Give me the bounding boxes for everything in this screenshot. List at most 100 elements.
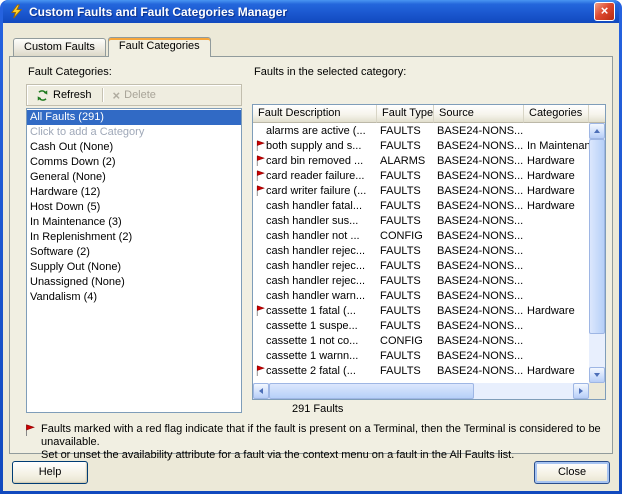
table-row[interactable]: cassette 1 suspe... FAULTS BASE24-NONS..… <box>253 318 589 333</box>
table-row[interactable]: alarms are active (... FAULTS BASE24-NON… <box>253 123 589 138</box>
categories-cell: Hardware <box>524 185 589 197</box>
table-row[interactable]: cash handler sus... FAULTS BASE24-NONS..… <box>253 213 589 228</box>
source-cell: BASE24-NONS... <box>434 125 524 137</box>
scroll-down-button[interactable] <box>589 367 605 383</box>
table-row[interactable]: card reader failure... FAULTS BASE24-NON… <box>253 168 589 183</box>
table-row[interactable]: cash handler not ... CONFIG BASE24-NONS.… <box>253 228 589 243</box>
table-row[interactable]: cash handler rejec... FAULTS BASE24-NONS… <box>253 243 589 258</box>
fault-type-cell: FAULTS <box>377 140 434 152</box>
category-list-item[interactable]: Comms Down (2) <box>27 155 241 170</box>
category-list-item[interactable]: Vandalism (4) <box>27 290 241 305</box>
fault-type-cell: FAULTS <box>377 185 434 197</box>
table-row[interactable]: cash handler fatal... FAULTS BASE24-NONS… <box>253 198 589 213</box>
arrow-up-icon <box>594 129 600 133</box>
help-button[interactable]: Help <box>12 461 88 484</box>
fault-type-cell: FAULTS <box>377 200 434 212</box>
tab-custom-faults[interactable]: Custom Faults <box>13 38 106 56</box>
fault-type-cell: FAULTS <box>377 215 434 227</box>
category-label: Vandalism (4) <box>30 291 97 303</box>
table-row[interactable]: cassette 1 warnn... FAULTS BASE24-NONS..… <box>253 348 589 363</box>
tab-fault-categories[interactable]: Fault Categories <box>108 37 211 57</box>
fault-description-cell: cash handler fatal... <box>266 200 377 212</box>
delete-button[interactable]: × Delete <box>106 87 163 103</box>
column-header-fault-description[interactable]: Fault Description <box>253 105 377 123</box>
category-list-item[interactable]: General (None) <box>27 170 241 185</box>
fault-type-cell: FAULTS <box>377 170 434 182</box>
refresh-icon <box>36 89 49 102</box>
category-list-item[interactable]: Click to add a Category <box>27 125 241 140</box>
source-cell: BASE24-NONS... <box>434 290 524 302</box>
category-list-item[interactable]: Supply Out (None) <box>27 260 241 275</box>
category-list-item[interactable]: Software (2) <box>27 245 241 260</box>
faults-label: Faults in the selected category: <box>254 66 606 80</box>
fault-type-cell: ALARMS <box>377 155 434 167</box>
footnote-line-1: Faults marked with a red flag indicate t… <box>41 423 606 449</box>
category-list-item[interactable]: Host Down (5) <box>27 200 241 215</box>
category-list-item[interactable]: In Maintenance (3) <box>27 215 241 230</box>
category-list-item[interactable]: All Faults (291) <box>27 110 241 125</box>
scroll-up-button[interactable] <box>589 123 605 139</box>
source-cell: BASE24-NONS... <box>434 200 524 212</box>
category-label: In Maintenance (3) <box>30 216 122 228</box>
category-label: Software (2) <box>30 246 90 258</box>
category-label: General (None) <box>30 171 106 183</box>
table-row[interactable]: both supply and s... FAULTS BASE24-NONS.… <box>253 138 589 153</box>
window-title: Custom Faults and Fault Categories Manag… <box>29 5 589 19</box>
vertical-scroll-thumb[interactable] <box>589 139 605 334</box>
source-cell: BASE24-NONS... <box>434 245 524 257</box>
table-row[interactable]: cash handler warn... FAULTS BASE24-NONS.… <box>253 288 589 303</box>
scroll-left-button[interactable] <box>253 383 269 399</box>
dialog-body: Custom Faults Fault Categories Fault Cat… <box>3 23 619 491</box>
column-header-categories[interactable]: Categories <box>524 105 589 123</box>
column-header-fault-type[interactable]: Fault Type <box>377 105 434 123</box>
categories-label: Fault Categories: <box>28 66 242 80</box>
source-cell: BASE24-NONS... <box>434 305 524 317</box>
category-list-item[interactable]: In Replenishment (2) <box>27 230 241 245</box>
red-flag-icon <box>253 305 266 317</box>
vertical-scrollbar[interactable] <box>589 123 605 383</box>
horizontal-scroll-thumb[interactable] <box>269 383 474 399</box>
category-list-item[interactable]: Unassigned (None) <box>27 275 241 290</box>
table-row[interactable]: cassette 1 not co... CONFIG BASE24-NONS.… <box>253 333 589 348</box>
close-window-button[interactable]: × <box>594 2 615 21</box>
category-list[interactable]: All Faults (291)Click to add a CategoryC… <box>26 108 242 413</box>
table-row[interactable]: card writer failure (... FAULTS BASE24-N… <box>253 183 589 198</box>
fault-type-cell: FAULTS <box>377 245 434 257</box>
titlebar: Custom Faults and Fault Categories Manag… <box>3 0 619 23</box>
scroll-right-button[interactable] <box>573 383 589 399</box>
source-cell: BASE24-NONS... <box>434 275 524 287</box>
toolbar-separator <box>102 88 103 102</box>
faults-table: Fault Description Fault Type Source Cate… <box>252 104 606 400</box>
source-cell: BASE24-NONS... <box>434 320 524 332</box>
categories-cell: Hardware <box>524 365 589 377</box>
fault-description-cell: cassette 1 not co... <box>266 335 377 347</box>
close-button[interactable]: Close <box>534 461 610 484</box>
fault-description-cell: cash handler rejec... <box>266 260 377 272</box>
red-flag-icon <box>253 155 266 167</box>
category-label: Hardware (12) <box>30 186 100 198</box>
dialog-buttons: Help Close <box>12 461 610 484</box>
category-list-item[interactable]: Cash Out (None) <box>27 140 241 155</box>
refresh-button[interactable]: Refresh <box>29 87 99 104</box>
fault-type-cell: FAULTS <box>377 305 434 317</box>
categories-toolbar: Refresh × Delete <box>26 84 242 106</box>
table-row[interactable]: cash handler rejec... FAULTS BASE24-NONS… <box>253 273 589 288</box>
fault-description-cell: both supply and s... <box>266 140 377 152</box>
source-cell: BASE24-NONS... <box>434 185 524 197</box>
fault-description-cell: card bin removed ... <box>266 155 377 167</box>
horizontal-scrollbar[interactable] <box>253 383 589 399</box>
red-flag-icon <box>253 365 266 377</box>
table-row[interactable]: cassette 1 fatal (... FAULTS BASE24-NONS… <box>253 303 589 318</box>
table-row[interactable]: cassette 2 fatal (... FAULTS BASE24-NONS… <box>253 363 589 378</box>
table-row[interactable]: cash handler rejec... FAULTS BASE24-NONS… <box>253 258 589 273</box>
fault-description-cell: cassette 1 warnn... <box>266 350 377 362</box>
column-header-source[interactable]: Source <box>434 105 524 123</box>
refresh-label: Refresh <box>53 89 92 101</box>
scrollbar-corner <box>589 383 605 399</box>
category-list-item[interactable]: Hardware (12) <box>27 185 241 200</box>
source-cell: BASE24-NONS... <box>434 260 524 272</box>
table-row[interactable]: card bin removed ... ALARMS BASE24-NONS.… <box>253 153 589 168</box>
source-cell: BASE24-NONS... <box>434 365 524 377</box>
red-flag-icon <box>253 170 266 182</box>
fault-categories-tab-panel: Fault Categories: Ref <box>9 56 613 454</box>
